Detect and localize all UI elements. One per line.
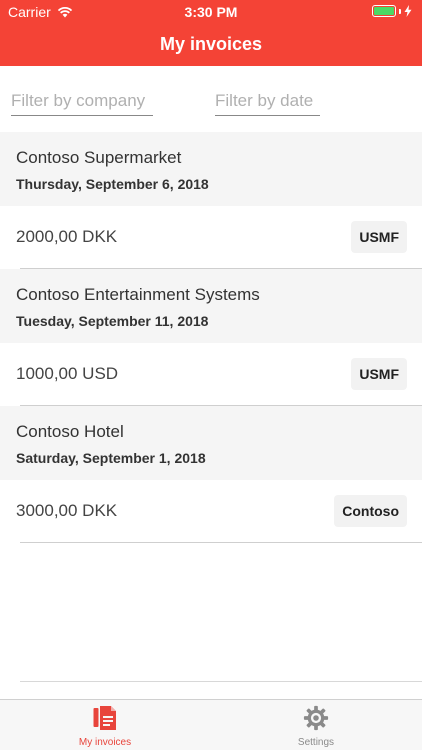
- tab-my-invoices[interactable]: My invoices: [45, 704, 165, 750]
- divider: [20, 681, 422, 682]
- tab-label: My invoices: [78, 737, 132, 748]
- invoice-details: 2000,00 DKK USMF: [0, 206, 422, 269]
- invoice-details: 3000,00 DKK Contoso: [0, 480, 422, 543]
- filter-bar: [0, 66, 422, 132]
- invoice-header: Contoso Supermarket Thursday, September …: [0, 132, 422, 206]
- invoice-header: Contoso Entertainment Systems Tuesday, S…: [0, 269, 422, 343]
- status-bar: Carrier 3:30 PM: [0, 0, 422, 24]
- legal-entity-badge: USMF: [351, 221, 407, 253]
- invoice-item[interactable]: Contoso Entertainment Systems Tuesday, S…: [0, 269, 422, 406]
- battery-indicator: [372, 5, 412, 17]
- invoice-item[interactable]: Contoso Supermarket Thursday, September …: [0, 132, 422, 269]
- invoice-amount: 2000,00 DKK: [16, 227, 118, 246]
- invoice-details: 1000,00 USD USMF: [0, 343, 422, 406]
- divider: [20, 542, 422, 543]
- tab-settings[interactable]: Settings: [256, 704, 376, 750]
- invoice-amount: 1000,00 USD: [16, 364, 119, 383]
- invoice-date: Thursday, September 6, 2018: [16, 176, 209, 192]
- invoice-company: Contoso Entertainment Systems: [16, 285, 260, 304]
- invoice-date: Tuesday, September 11, 2018: [16, 313, 209, 329]
- invoice-amount: 3000,00 DKK: [16, 501, 118, 520]
- invoice-company: Contoso Hotel: [16, 422, 124, 441]
- tab-label: Settings: [297, 737, 335, 748]
- gear-icon: [303, 705, 329, 731]
- page-title: My invoices: [159, 34, 263, 54]
- invoice-header: Contoso Hotel Saturday, September 1, 201…: [0, 406, 422, 480]
- legal-entity-badge: USMF: [351, 358, 407, 390]
- header: Carrier 3:30 PM My invoices: [0, 0, 422, 66]
- invoice-item[interactable]: Contoso Hotel Saturday, September 1, 201…: [0, 406, 422, 543]
- battery-icon: [372, 5, 396, 17]
- invoice-icon: [93, 706, 116, 730]
- date-filter-input[interactable]: [215, 86, 320, 116]
- legal-entity-badge: Contoso: [334, 495, 407, 527]
- tab-bar: My invoices Settings: [0, 699, 422, 750]
- status-time: 3:30 PM: [184, 4, 238, 20]
- app-screen: Carrier 3:30 PM My invoices Con: [0, 0, 422, 750]
- invoice-company: Contoso Supermarket: [16, 148, 182, 167]
- charging-icon: [404, 5, 412, 17]
- company-filter-input[interactable]: [11, 86, 153, 116]
- invoice-date: Saturday, September 1, 2018: [16, 450, 206, 466]
